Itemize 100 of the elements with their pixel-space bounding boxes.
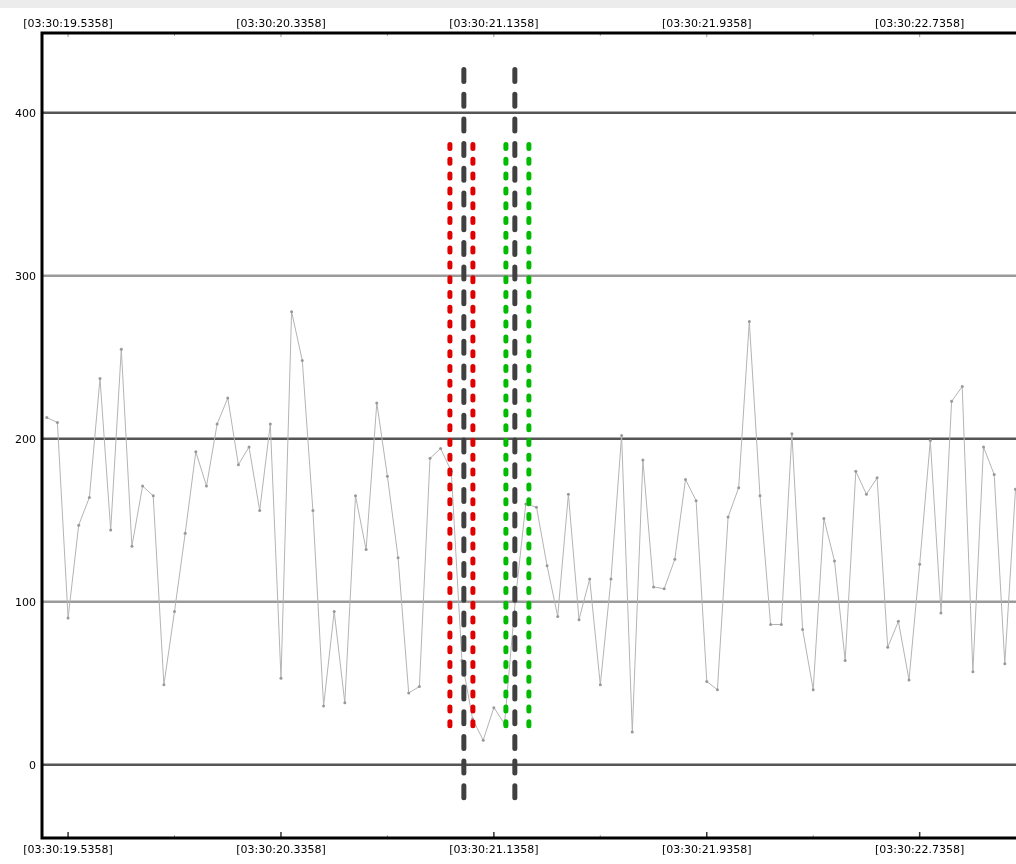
data-point bbox=[236, 463, 240, 467]
axis-label: [03:30:21.9358] bbox=[662, 843, 752, 856]
data-point bbox=[226, 396, 230, 400]
data-point bbox=[694, 499, 698, 503]
data-point bbox=[524, 502, 528, 506]
data-point bbox=[119, 347, 123, 351]
data-point bbox=[684, 478, 687, 481]
data-point bbox=[907, 678, 911, 682]
data-point bbox=[290, 310, 294, 314]
data-point bbox=[471, 717, 475, 721]
axis-label: [03:30:20.3358] bbox=[236, 843, 326, 856]
data-point bbox=[460, 658, 464, 662]
data-point bbox=[215, 422, 219, 426]
data-point bbox=[439, 447, 443, 451]
axis-label: [03:30:22.7358] bbox=[874, 843, 965, 856]
axis-label: 100 bbox=[15, 595, 36, 609]
data-point bbox=[801, 627, 805, 631]
axis-label: [03:30:21.1358] bbox=[449, 843, 539, 856]
data-point bbox=[66, 616, 70, 620]
data-point bbox=[428, 456, 432, 460]
data-point bbox=[417, 684, 421, 688]
data-point bbox=[875, 476, 879, 480]
data-point bbox=[662, 587, 666, 591]
data-point bbox=[918, 562, 922, 566]
data-point bbox=[854, 469, 858, 473]
data-point bbox=[833, 559, 836, 563]
data-point bbox=[449, 469, 453, 473]
data-point bbox=[55, 420, 59, 424]
data-point bbox=[492, 706, 496, 710]
data-point bbox=[354, 494, 357, 498]
axis-label: [03:30:19.5358] bbox=[23, 17, 113, 30]
data-point bbox=[268, 422, 272, 426]
data-point bbox=[1003, 662, 1007, 666]
data-point bbox=[609, 577, 613, 581]
data-point bbox=[715, 688, 719, 692]
data-point bbox=[566, 492, 570, 496]
axis-label: 0 bbox=[29, 758, 36, 772]
data-point bbox=[950, 399, 954, 403]
data-point bbox=[151, 494, 155, 498]
data-point bbox=[183, 531, 187, 535]
data-point bbox=[982, 445, 986, 449]
data-point bbox=[343, 701, 347, 705]
data-point bbox=[545, 564, 549, 568]
data-point bbox=[811, 688, 815, 692]
data-point bbox=[747, 319, 751, 323]
data-point bbox=[886, 645, 890, 649]
axis-label: 200 bbox=[15, 432, 36, 446]
data-point bbox=[705, 680, 709, 684]
data-point bbox=[577, 618, 581, 622]
data-point bbox=[641, 458, 645, 462]
axis-label: [03:30:21.1358] bbox=[449, 17, 539, 30]
axis-label: 300 bbox=[15, 269, 36, 283]
data-point bbox=[598, 683, 602, 687]
data-point bbox=[141, 484, 145, 488]
axis-label: 400 bbox=[15, 106, 36, 120]
data-point bbox=[630, 730, 634, 734]
data-point bbox=[673, 557, 677, 561]
axis-label: [03:30:19.5358] bbox=[23, 843, 113, 856]
data-point bbox=[364, 548, 368, 552]
data-point bbox=[620, 434, 624, 437]
data-point bbox=[737, 486, 741, 490]
data-point bbox=[588, 577, 592, 581]
data-point bbox=[247, 445, 251, 449]
data-point bbox=[992, 473, 996, 477]
data-point bbox=[300, 359, 304, 363]
data-point bbox=[279, 676, 283, 680]
data-point bbox=[822, 517, 826, 521]
axis-label: [03:30:20.3358] bbox=[236, 17, 326, 30]
data-point bbox=[396, 556, 400, 560]
data-point bbox=[864, 492, 868, 496]
data-point bbox=[556, 614, 560, 618]
data-point bbox=[385, 474, 389, 478]
axis-label: [03:30:21.9358] bbox=[662, 17, 752, 30]
data-point bbox=[98, 376, 102, 380]
data-point bbox=[258, 508, 262, 512]
data-point bbox=[971, 670, 975, 674]
data-point bbox=[322, 704, 326, 708]
data-point bbox=[109, 528, 113, 532]
data-point bbox=[939, 611, 943, 615]
data-point bbox=[896, 619, 900, 623]
data-point bbox=[204, 484, 208, 488]
data-point bbox=[790, 432, 794, 436]
data-point bbox=[652, 585, 656, 589]
axis-label: [03:30:22.7358] bbox=[874, 17, 965, 30]
data-point bbox=[194, 450, 198, 454]
data-point bbox=[769, 623, 773, 627]
data-point bbox=[928, 438, 932, 442]
data-point bbox=[843, 658, 847, 662]
data-point bbox=[534, 505, 538, 509]
data-point bbox=[1013, 487, 1016, 491]
data-point bbox=[960, 385, 964, 389]
data-point bbox=[481, 738, 485, 742]
data-point bbox=[162, 683, 166, 687]
data-point bbox=[130, 544, 134, 548]
data-point bbox=[375, 401, 379, 405]
data-point bbox=[173, 610, 177, 613]
data-point bbox=[87, 495, 91, 499]
data-point bbox=[311, 508, 315, 512]
data-point bbox=[758, 494, 762, 498]
data-point bbox=[726, 515, 730, 519]
